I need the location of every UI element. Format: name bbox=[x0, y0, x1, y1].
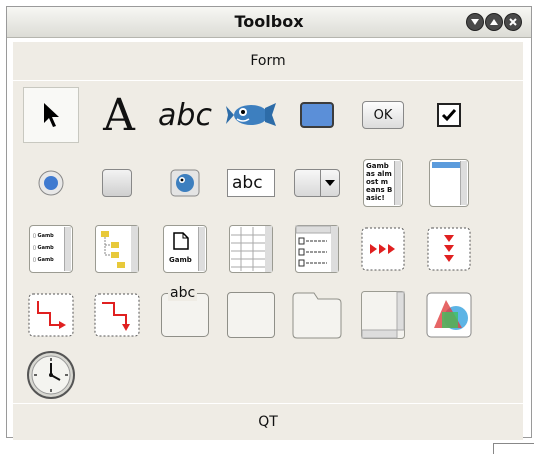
listview-tool[interactable]: ▯ Gamb ▯ Gamb ▯ Gamb bbox=[23, 221, 79, 277]
title-bar[interactable]: Toolbox bbox=[7, 7, 531, 38]
scrollview-icon bbox=[361, 291, 405, 339]
toolbutton-tool[interactable] bbox=[157, 155, 213, 211]
hbox-tool[interactable] bbox=[355, 221, 411, 277]
timer-tool[interactable] bbox=[23, 347, 79, 403]
close-icon bbox=[509, 18, 517, 26]
textbox-tool[interactable]: abc bbox=[223, 155, 279, 211]
window-corner bbox=[493, 443, 534, 454]
iconview-tool[interactable]: Gamb bbox=[157, 221, 213, 277]
frame-tool[interactable]: abc bbox=[157, 285, 213, 343]
panel-container-tool[interactable] bbox=[223, 287, 279, 343]
chevron-up-icon bbox=[490, 19, 498, 25]
drawingarea-icon bbox=[426, 292, 472, 338]
clock-icon bbox=[27, 351, 75, 399]
arrow-pointer-icon bbox=[44, 103, 59, 127]
close-button[interactable] bbox=[504, 13, 522, 31]
textbox-icon-text: abc bbox=[232, 173, 263, 193]
vbox-tool[interactable] bbox=[421, 221, 477, 277]
hpanel-tool[interactable] bbox=[23, 287, 79, 343]
iconview-icon-text: Gamb bbox=[169, 256, 192, 264]
gridview-tool[interactable] bbox=[223, 221, 279, 277]
checkbox-tool[interactable] bbox=[421, 87, 477, 143]
iconview-icon: Gamb bbox=[163, 225, 207, 273]
panel-tool[interactable] bbox=[289, 87, 345, 143]
textarea-tool[interactable]: Gamb as alm ost m eans Basic! bbox=[355, 155, 411, 211]
shade-up-button[interactable] bbox=[485, 13, 503, 31]
button-tool[interactable]: OK bbox=[355, 87, 411, 143]
toggle-icon bbox=[102, 169, 132, 197]
tool-button-icon bbox=[170, 169, 200, 197]
treeview-tool[interactable] bbox=[89, 221, 145, 277]
textarea-icon-text: Gamb as alm ost m eans Basic! bbox=[366, 162, 393, 202]
columnview-tool[interactable] bbox=[289, 221, 345, 277]
frame-icon-text: abc bbox=[168, 285, 198, 301]
combobox-icon bbox=[294, 169, 340, 197]
button-icon-label: OK bbox=[373, 107, 393, 123]
pointer-tool[interactable] bbox=[23, 87, 79, 143]
combobox-tool[interactable] bbox=[289, 155, 345, 211]
textbox-icon: abc bbox=[227, 169, 275, 197]
scrollview-tool[interactable] bbox=[355, 287, 411, 343]
listbox-icon bbox=[429, 159, 469, 207]
abc-text-icon: abc bbox=[158, 97, 212, 133]
window-title: Toolbox bbox=[234, 12, 304, 31]
tab-form[interactable]: Form bbox=[13, 42, 523, 80]
columnview-icon bbox=[295, 225, 339, 273]
drawingarea-tool[interactable] bbox=[421, 287, 477, 343]
tabstrip-icon bbox=[292, 292, 342, 339]
letter-a-icon: A bbox=[103, 89, 135, 141]
panel-icon bbox=[300, 102, 334, 128]
hbox-icon bbox=[361, 227, 405, 271]
vbox-icon bbox=[427, 227, 471, 271]
tabstrip-tool[interactable] bbox=[289, 287, 345, 343]
vpanel-icon bbox=[94, 293, 140, 337]
button-icon: OK bbox=[362, 101, 404, 129]
togglebutton-tool[interactable] bbox=[89, 155, 145, 211]
label-tool[interactable]: A bbox=[91, 87, 147, 143]
textlabel-tool[interactable]: abc bbox=[157, 87, 213, 143]
tool-palette: A abc OK abc Gamb as alm ost m eans Basi… bbox=[13, 81, 523, 403]
checkbox-icon bbox=[437, 103, 461, 127]
radiobutton-tool[interactable] bbox=[23, 155, 79, 211]
treeview-icon bbox=[95, 225, 139, 273]
hpanel-icon bbox=[28, 293, 74, 337]
empty-panel-icon bbox=[227, 292, 275, 338]
chevron-down-icon bbox=[471, 19, 479, 25]
picturebox-tool[interactable] bbox=[223, 87, 279, 143]
gridview-icon bbox=[229, 225, 273, 273]
fish-icon bbox=[226, 103, 276, 126]
listbox-tool[interactable] bbox=[421, 155, 477, 211]
toolbox-window: Toolbox Form A abc OK abc Gamb as alm os… bbox=[6, 6, 532, 440]
vpanel-tool[interactable] bbox=[89, 287, 145, 343]
tab-qt[interactable]: QT bbox=[13, 404, 523, 440]
radio-icon bbox=[38, 170, 64, 196]
shade-down-button[interactable] bbox=[466, 13, 484, 31]
textarea-icon: Gamb as alm ost m eans Basic! bbox=[363, 159, 403, 207]
listview-icon: ▯ Gamb ▯ Gamb ▯ Gamb bbox=[29, 225, 73, 273]
frame-icon: abc bbox=[161, 285, 209, 337]
